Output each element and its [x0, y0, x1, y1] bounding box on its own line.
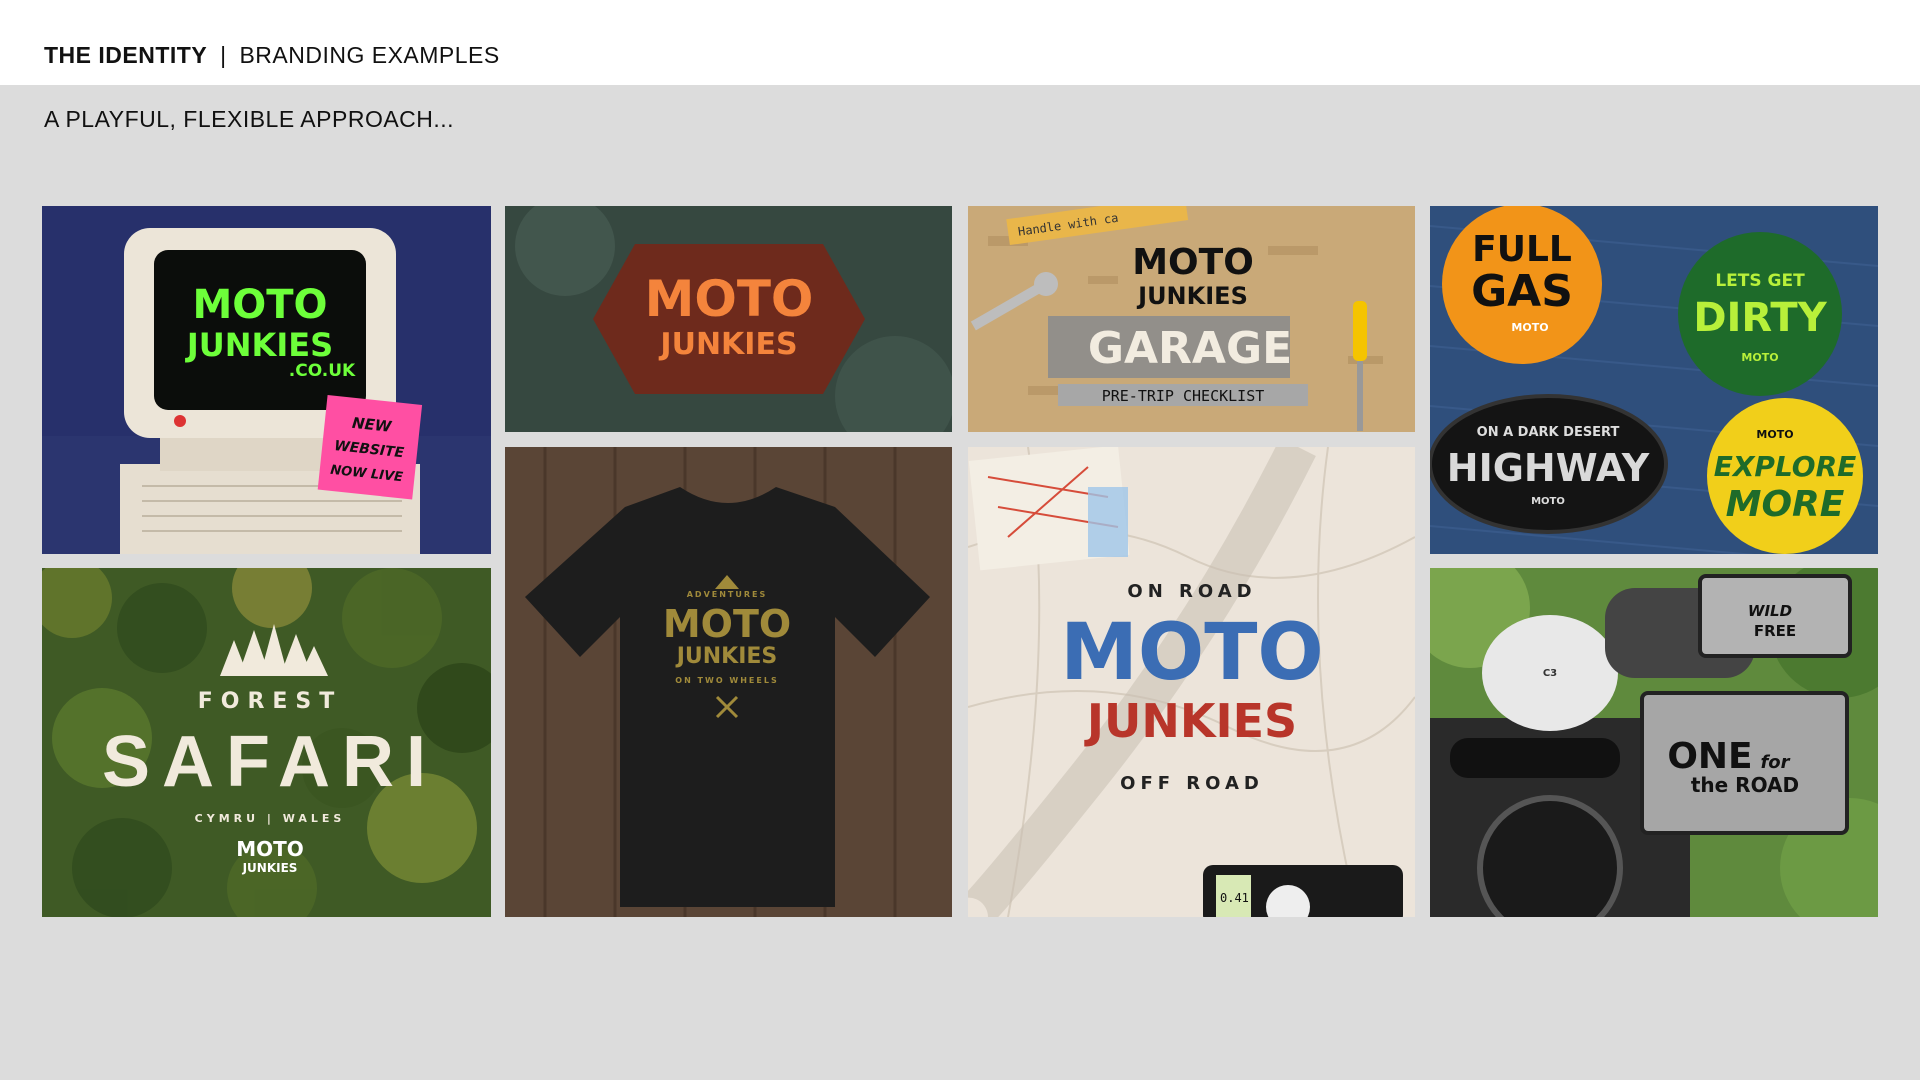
- sticker2-line3: the ROAD: [1691, 773, 1799, 797]
- tile-tshirt: ADVENTURES MOTO JUNKIES ON TWO WHEELS: [505, 447, 952, 917]
- header-bar: THE IDENTITY | BRANDING EXAMPLES: [0, 0, 1920, 85]
- computer-logo-line2: JUNKIES: [185, 326, 333, 364]
- folded-map-image: [968, 447, 1130, 571]
- tile-motorbike: C3 WILD FREE ONE for the ROAD: [1430, 568, 1878, 917]
- tile-map: ON ROAD MOTO JUNKIES OFF ROAD 0.41: [968, 447, 1415, 917]
- sign-line2: JUNKIES: [658, 327, 797, 362]
- forest-word1: FOREST: [198, 689, 343, 714]
- tile-computer: MOTO JUNKIES .CO.UK NEW WEBSITE NOW LIVE: [42, 206, 491, 554]
- badge-green-line1: LETS GET: [1715, 271, 1805, 291]
- forest-logo2: JUNKIES: [242, 861, 298, 875]
- tshirt-line1: MOTO: [663, 602, 791, 646]
- computer-logo-line1: MOTO: [192, 282, 327, 328]
- tshirt-line2: JUNKIES: [675, 644, 778, 669]
- tshirt-bottom-arc: ON TWO WHEELS: [675, 676, 778, 685]
- tshirt-top-arc: ADVENTURES: [687, 590, 768, 599]
- garage-logo-line1: MOTO: [1132, 242, 1254, 283]
- sign-line1: MOTO: [645, 270, 814, 328]
- map-bottom: OFF ROAD: [1120, 773, 1264, 794]
- top-case: WILD FREE: [1698, 574, 1852, 658]
- helmet-label: C3: [1543, 668, 1557, 679]
- tile-forest: FOREST SAFARI CYMRU | WALES MOTO JUNKIES: [42, 568, 491, 917]
- badge-oval-big: HIGHWAY: [1447, 446, 1650, 490]
- title-rest: BRANDING EXAMPLES: [239, 42, 500, 68]
- gps-device: 0.41: [1203, 865, 1403, 917]
- badge-yellow-logo: MOTO: [1756, 428, 1793, 441]
- badge-yellow-line2: MORE: [1726, 484, 1845, 525]
- computer-domain: .CO.UK: [289, 361, 356, 381]
- badge-green-logo: MOTO: [1741, 351, 1778, 364]
- title-separator: |: [220, 42, 227, 68]
- tile-garage: Handle with ca MOTO JUNKIES GARAGE PRE-T…: [968, 206, 1415, 432]
- sticker1-line2: FREE: [1754, 622, 1796, 640]
- gps-value: 0.41: [1220, 891, 1249, 905]
- page-title: THE IDENTITY | BRANDING EXAMPLES: [44, 42, 500, 69]
- map-line2: JUNKIES: [1084, 694, 1297, 748]
- garage-title: GARAGE: [1088, 323, 1292, 374]
- forest-word2: SAFARI: [102, 722, 438, 802]
- badge-orange-line2: GAS: [1471, 266, 1573, 317]
- badge-oval-small: ON A DARK DESERT: [1477, 425, 1620, 440]
- sticker2-line1: ONE: [1667, 736, 1752, 777]
- tile-badges: FULL GAS MOTO LETS GET DIRTY MOTO ON A D…: [1430, 206, 1878, 554]
- map-line1: MOTO: [1060, 608, 1323, 698]
- title-bold: THE IDENTITY: [44, 42, 208, 68]
- badge-yellow-line1: EXPLORE: [1714, 450, 1857, 483]
- page-subtitle: A PLAYFUL, FLEXIBLE APPROACH...: [44, 106, 455, 132]
- badge-oval-logo: MOTO: [1531, 496, 1565, 507]
- badge-green-line2: DIRTY: [1693, 295, 1827, 341]
- helmet-image: C3: [1482, 615, 1618, 731]
- forest-logo1: MOTO: [236, 837, 304, 861]
- tile-sign: MOTO JUNKIES: [505, 206, 952, 432]
- sticker2-line2: for: [1760, 752, 1790, 773]
- garage-subtitle: PRE-TRIP CHECKLIST: [1102, 387, 1265, 405]
- garage-logo-line2: JUNKIES: [1136, 282, 1248, 310]
- sticker1-line1: WILD: [1748, 602, 1792, 620]
- badge-orange-line1: FULL: [1472, 229, 1572, 270]
- apple-logo-icon: [174, 415, 186, 427]
- forest-region: CYMRU | WALES: [195, 812, 346, 825]
- map-top: ON ROAD: [1127, 581, 1256, 602]
- badge-orange-logo: MOTO: [1511, 321, 1548, 334]
- side-case: ONE for the ROAD: [1640, 691, 1849, 835]
